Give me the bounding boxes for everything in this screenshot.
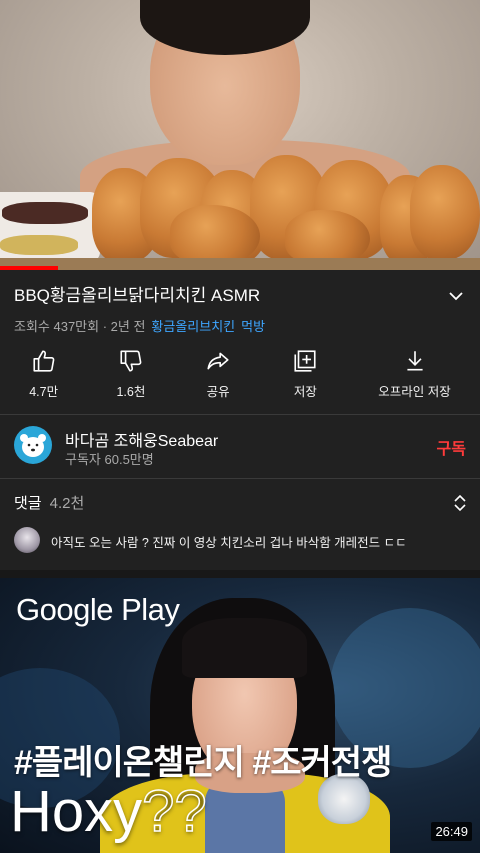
video-title-row[interactable]: BBQ황금올리브닭다리치킨 ASMR [14, 284, 466, 310]
thumbnail-person-bangs [182, 618, 307, 678]
chicken-piece [285, 210, 370, 265]
thumbs-down-icon [120, 350, 142, 372]
save-button[interactable]: 저장 [262, 348, 349, 404]
download-button[interactable]: 오프라인 저장 [349, 348, 480, 404]
subscribe-button[interactable]: 구독 [437, 435, 466, 459]
comments-count: 4.2천 [49, 495, 85, 512]
download-label: 오프라인 저장 [378, 385, 451, 399]
hashtag-link[interactable]: 황금올리브치킨 [151, 319, 235, 334]
thumbs-up-icon [33, 350, 55, 372]
download-icon [406, 351, 423, 371]
like-count: 4.7만 [29, 385, 59, 399]
chevron-down-icon[interactable] [446, 286, 466, 306]
dislike-count: 1.6천 [116, 385, 146, 399]
action-bar: 4.7만 1.6천 공유 저장 오프라인 저장 [0, 348, 480, 404]
like-button[interactable]: 4.7만 [0, 348, 87, 404]
commenter-avatar [14, 527, 40, 553]
channel-row[interactable]: 바다곰 조해웅Seabear 구독자 60.5만명 구독 [0, 415, 480, 477]
channel-avatar[interactable] [14, 426, 52, 464]
save-label: 저장 [293, 385, 317, 399]
share-button[interactable]: 공유 [175, 348, 262, 404]
chicken-piece [410, 165, 480, 260]
promoted-video-thumbnail[interactable]: Google Play #플레이온챌린지 #조커전쟁 Hoxy?? 26:49 [0, 578, 480, 853]
comments-label: 댓글 [14, 495, 42, 512]
expand-collapse-icon[interactable] [452, 493, 468, 513]
chicken-piece [170, 205, 260, 265]
share-icon [207, 352, 229, 370]
comments-section[interactable]: 댓글 4.2천 아직도 오는 사람 ? 진짜 이 영상 치킨소리 겁나 바삭함 개… [0, 479, 480, 571]
polar-bear-icon [20, 434, 46, 457]
view-count: 조회수 437만회 · 2년 전 [14, 319, 146, 334]
video-title: BBQ황금올리브닭다리치킨 ASMR [14, 286, 261, 305]
video-player[interactable] [0, 0, 480, 270]
hashtag-link[interactable]: 먹방 [241, 319, 265, 334]
sauce-mustard [0, 235, 78, 255]
video-meta: 조회수 437만회 · 2년 전 황금올리브치킨 먹방 [14, 316, 265, 335]
share-label: 공유 [206, 385, 230, 399]
thumbnail-headline: Hoxy?? [10, 778, 207, 845]
dislike-button[interactable]: 1.6천 [87, 348, 174, 404]
table-surface [0, 258, 480, 270]
save-playlist-icon [294, 350, 316, 372]
top-comment-text: 아직도 오는 사람 ? 진짜 이 영상 치킨소리 겁나 바삭함 개레전드 ㄷㄷ [51, 536, 407, 550]
headline-suffix: ?? [141, 778, 207, 845]
thumbnail-hashtags: #플레이온챌린지 #조커전쟁 [14, 744, 392, 782]
channel-name[interactable]: 바다곰 조해웅Seabear [65, 427, 218, 451]
video-progress-bar[interactable] [0, 266, 58, 270]
sauce-dark [2, 202, 88, 224]
section-separator [0, 570, 480, 578]
subscriber-count: 구독자 60.5만명 [65, 452, 154, 467]
comments-header: 댓글 4.2천 [14, 492, 84, 513]
headline-text: Hoxy [10, 779, 143, 844]
video-duration-badge: 26:49 [431, 822, 472, 841]
brand-wordmark: Google Play [16, 592, 180, 627]
